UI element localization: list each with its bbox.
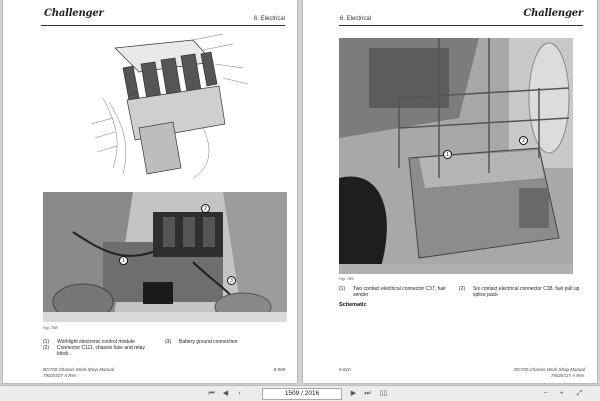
legend-text-3: Battery ground connection xyxy=(179,339,238,345)
page-number: 6-810 xyxy=(339,367,351,372)
viewer-toolbar: ⏮ ◀ ‹ 1509 / 2016 ▶ ⏭ ▯▯ − + ⤢ xyxy=(0,385,600,401)
zoom-out-icon[interactable]: − xyxy=(540,388,551,399)
fuse-block-illustration xyxy=(43,192,287,322)
brand-logo: Challenger xyxy=(44,8,104,19)
fuse-block-photo: 2 1 3 xyxy=(43,192,287,322)
double-page-icon[interactable]: ▯▯ xyxy=(378,388,389,399)
last-page-icon[interactable]: ⏭ xyxy=(362,388,373,399)
left-page: Challenger 6. Electrical 2 1 3 Fig. 788 … xyxy=(3,0,297,383)
figure-caption: Fig. 788 xyxy=(43,325,58,330)
prev-page-icon[interactable]: ◀ xyxy=(220,388,231,399)
zoom-in-icon[interactable]: + xyxy=(556,388,567,399)
page-number: 6-809 xyxy=(273,367,285,372)
legend-num-2: (2) xyxy=(43,345,50,351)
legend-num-3: (3) xyxy=(165,339,172,345)
right-page: 6. Electrical Challenger 1 2 Fig. 789 (1… xyxy=(303,0,597,383)
fuse-relay-diagram xyxy=(43,28,285,188)
first-page-icon[interactable]: ⏮ xyxy=(206,388,217,399)
page-indicator[interactable]: 1509 / 2016 xyxy=(262,388,342,400)
total-pages: 2016 xyxy=(304,390,320,397)
schematic-heading: Schematic xyxy=(339,302,367,308)
legend-text-1: Two contact electrical connector C37, fu… xyxy=(353,286,446,298)
legend-text-2: Connector C111, chassis fuse and relay b… xyxy=(57,345,145,357)
header-rule xyxy=(41,25,285,26)
page-separator: / xyxy=(301,390,303,397)
figure-legend-right: (3) Battery ground connection xyxy=(165,339,285,347)
fit-width-icon[interactable]: ⤢ xyxy=(574,388,585,399)
fuse-relay-drawing xyxy=(90,33,249,179)
callout-2: 2 xyxy=(201,204,210,213)
footer: RG700 Chassis Work Shop Manual 79025727 … xyxy=(514,367,585,379)
next-page-icon[interactable]: ▶ xyxy=(348,388,359,399)
footer-revision: 79025727 A Rev. xyxy=(550,373,585,378)
callout-3: 3 xyxy=(227,276,236,285)
figure-legend-right: (2) Six contact electrical connector C38… xyxy=(459,286,583,300)
header-rule xyxy=(339,25,583,26)
brand-logo: Challenger xyxy=(523,8,583,19)
back-icon[interactable]: ‹ xyxy=(234,388,245,399)
figure-legend-left: (1) Two contact electrical connector C37… xyxy=(339,286,449,300)
current-page[interactable]: 1509 xyxy=(285,389,299,399)
fuel-tank-photo: 1 2 xyxy=(339,38,573,274)
footer-revision: 79025727 A Rev. xyxy=(43,373,78,378)
callout-1: 1 xyxy=(443,150,452,159)
legend-text-2: Six contact electrical connector C38, fu… xyxy=(473,286,580,298)
footer: RG700 Chassis Work Shop Manual 79025727 … xyxy=(43,367,114,379)
callout-2: 2 xyxy=(519,136,528,145)
section-title: 6. Electrical xyxy=(253,16,285,22)
section-title: 6. Electrical xyxy=(340,16,372,22)
legend-num-2: (2) xyxy=(459,286,466,292)
document-viewer: Challenger 6. Electrical 2 1 3 Fig. 788 … xyxy=(0,0,600,385)
legend-num-1: (1) xyxy=(339,286,346,292)
fuel-tank-illustration xyxy=(339,38,573,274)
figure-legend-left: (1) Worklight electronic control module … xyxy=(43,339,153,359)
figure-caption: Fig. 789 xyxy=(339,276,354,281)
callout-1: 1 xyxy=(119,256,128,265)
